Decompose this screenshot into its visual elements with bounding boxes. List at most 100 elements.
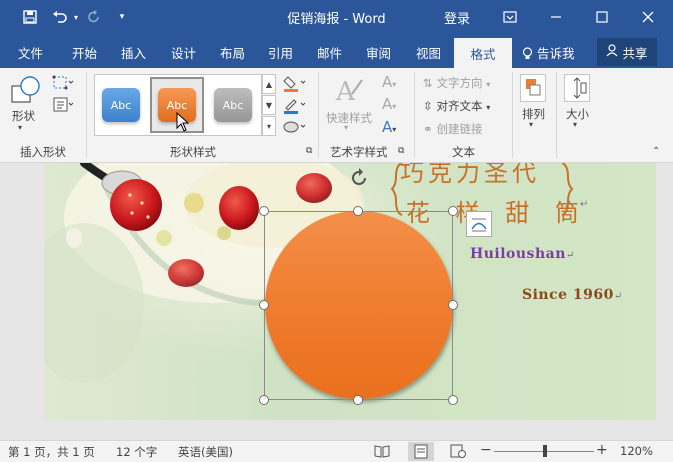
gallery-more[interactable]: ▾ <box>262 116 276 136</box>
resize-handle-tl[interactable] <box>259 206 269 216</box>
group-divider <box>86 72 87 158</box>
size-button[interactable]: 大小 <box>566 106 589 122</box>
quick-styles-dropdown-icon[interactable]: ▾ <box>344 123 348 132</box>
wordart-launcher-icon[interactable]: ⧉ <box>398 146 404 156</box>
shape-styles-launcher-icon[interactable]: ⧉ <box>306 146 312 156</box>
shapes-gallery-icon[interactable] <box>8 74 44 110</box>
read-mode-icon[interactable] <box>374 444 390 458</box>
paragraph-mark: ↵ <box>613 291 623 302</box>
person-icon <box>606 44 619 60</box>
web-layout-icon[interactable] <box>450 444 466 458</box>
shapes-button[interactable]: 形状 <box>12 108 35 124</box>
document-page: 巧克力圣代 花 样 甜 筒 ↵ Huiloushan↵ Since 1960↵ <box>44 163 656 420</box>
resize-handle-l[interactable] <box>259 300 269 310</box>
group-divider <box>318 72 319 158</box>
tab-home[interactable]: 开始 <box>72 43 97 62</box>
title-bar: ▾ ▾ 促销海报 - Word 登录 <box>0 0 673 34</box>
maximize-icon[interactable] <box>582 4 622 30</box>
tab-format[interactable]: 格式 <box>454 38 512 68</box>
document-area: 巧克力圣代 花 样 甜 筒 ↵ Huiloushan↵ Since 1960↵ <box>0 163 673 440</box>
rotate-handle-icon[interactable] <box>348 167 370 189</box>
language-indicator[interactable]: 英语(美国) <box>178 444 233 460</box>
text-group-label: 文本 <box>452 145 475 159</box>
ribbon-display-icon[interactable] <box>490 4 530 30</box>
tab-view[interactable]: 视图 <box>416 43 441 62</box>
resize-handle-br[interactable] <box>448 395 458 405</box>
word-count[interactable]: 12 个字 <box>116 444 157 460</box>
print-layout-icon[interactable] <box>408 442 434 461</box>
text-effects-icon[interactable]: A▾ <box>382 118 406 136</box>
tab-insert[interactable]: 插入 <box>121 43 146 62</box>
arrange-dropdown-icon[interactable]: ▾ <box>529 120 533 129</box>
quick-styles-button[interactable]: 快速样式 <box>326 110 372 126</box>
text-direction-label: 文字方向 <box>436 76 483 90</box>
shape-styles-group-label: 形状样式 <box>170 145 216 159</box>
text-direction-button[interactable]: ⇅ 文字方向 ▾ <box>423 75 490 91</box>
resize-handle-t[interactable] <box>353 206 363 216</box>
ribbon-tabs: 文件 开始 插入 设计 布局 引用 邮件 审阅 视图 格式 告诉我 共享 <box>0 34 673 68</box>
customize-icon[interactable]: ▾ <box>112 7 132 27</box>
tab-layout[interactable]: 布局 <box>220 43 245 62</box>
page-count[interactable]: 第 1 页，共 1 页 <box>8 444 95 460</box>
paragraph-mark: ↵ <box>565 250 575 261</box>
tab-file[interactable]: 文件 <box>18 43 43 62</box>
resize-handle-tr[interactable] <box>448 206 458 216</box>
shapes-dropdown-icon[interactable]: ▾ <box>18 123 22 132</box>
style-preset-gray[interactable]: Abc <box>214 88 252 122</box>
save-icon[interactable] <box>20 7 40 27</box>
group-divider <box>414 72 415 158</box>
share-label: 共享 <box>622 45 648 61</box>
create-link-button[interactable]: ⚭ 创建链接 <box>423 121 482 137</box>
gallery-scroll-down[interactable]: ▼ <box>262 95 276 115</box>
text-direction-dropdown-icon: ▾ <box>486 80 491 89</box>
collapse-ribbon-icon[interactable]: ⌃ <box>652 146 660 157</box>
close-icon[interactable] <box>628 4 668 30</box>
zoom-out-button[interactable]: − <box>480 442 492 458</box>
redo-icon[interactable] <box>84 7 104 27</box>
tell-me-search[interactable]: 告诉我 <box>522 43 575 62</box>
align-text-label: 对齐文本 <box>436 99 483 113</box>
shape-outline-icon[interactable] <box>283 96 307 114</box>
tab-mailings[interactable]: 邮件 <box>317 43 342 62</box>
quick-styles-icon[interactable]: A <box>334 74 366 108</box>
layout-options-icon[interactable] <box>466 211 492 237</box>
text-direction-icon: ⇅ <box>423 76 433 90</box>
insert-shapes-group-label: 插入形状 <box>20 145 66 159</box>
tell-me-label: 告诉我 <box>536 46 575 61</box>
arrange-icon[interactable] <box>520 74 546 102</box>
share-button[interactable]: 共享 <box>597 38 657 66</box>
tab-review[interactable]: 审阅 <box>366 43 391 62</box>
since-text: Since 1960↵ <box>522 287 623 303</box>
size-icon[interactable] <box>564 74 590 102</box>
since-label: Since 1960 <box>522 287 614 303</box>
group-divider <box>512 72 513 158</box>
login-link[interactable]: 登录 <box>444 8 470 27</box>
create-link-label: 创建链接 <box>436 122 483 136</box>
style-preset-blue[interactable]: Abc <box>102 88 140 122</box>
shape-effects-icon[interactable] <box>283 118 307 136</box>
size-dropdown-icon[interactable]: ▾ <box>573 120 577 129</box>
resize-handle-bl[interactable] <box>259 395 269 405</box>
shape-fill-icon[interactable] <box>283 74 307 92</box>
edit-shape-icon[interactable] <box>52 74 74 92</box>
undo-dropdown-icon[interactable]: ▾ <box>66 7 86 27</box>
tab-references[interactable]: 引用 <box>268 43 293 62</box>
arrange-button[interactable]: 排列 <box>522 106 545 122</box>
status-bar: 第 1 页，共 1 页 12 个字 英语(美国) − + 120% <box>0 440 673 462</box>
zoom-in-button[interactable]: + <box>596 442 608 458</box>
zoom-slider-thumb[interactable] <box>543 445 547 457</box>
text-outline-icon[interactable]: A▾ <box>382 95 406 113</box>
align-text-button[interactable]: ⇳ 对齐文本 ▾ <box>423 98 490 114</box>
tab-design[interactable]: 设计 <box>171 43 196 62</box>
wordart-styles-group-label: 艺术字样式 <box>330 145 388 159</box>
gallery-scroll-up[interactable]: ▲ <box>262 74 276 94</box>
text-box-icon[interactable] <box>52 96 74 114</box>
zoom-level[interactable]: 120% <box>620 444 653 458</box>
minimize-icon[interactable] <box>536 4 576 30</box>
resize-handle-b[interactable] <box>353 395 363 405</box>
lightbulb-icon <box>522 46 537 61</box>
text-fill-icon[interactable]: A▾ <box>382 73 406 91</box>
resize-handle-r[interactable] <box>448 300 458 310</box>
selection-frame <box>264 211 453 400</box>
link-icon: ⚭ <box>423 122 433 136</box>
